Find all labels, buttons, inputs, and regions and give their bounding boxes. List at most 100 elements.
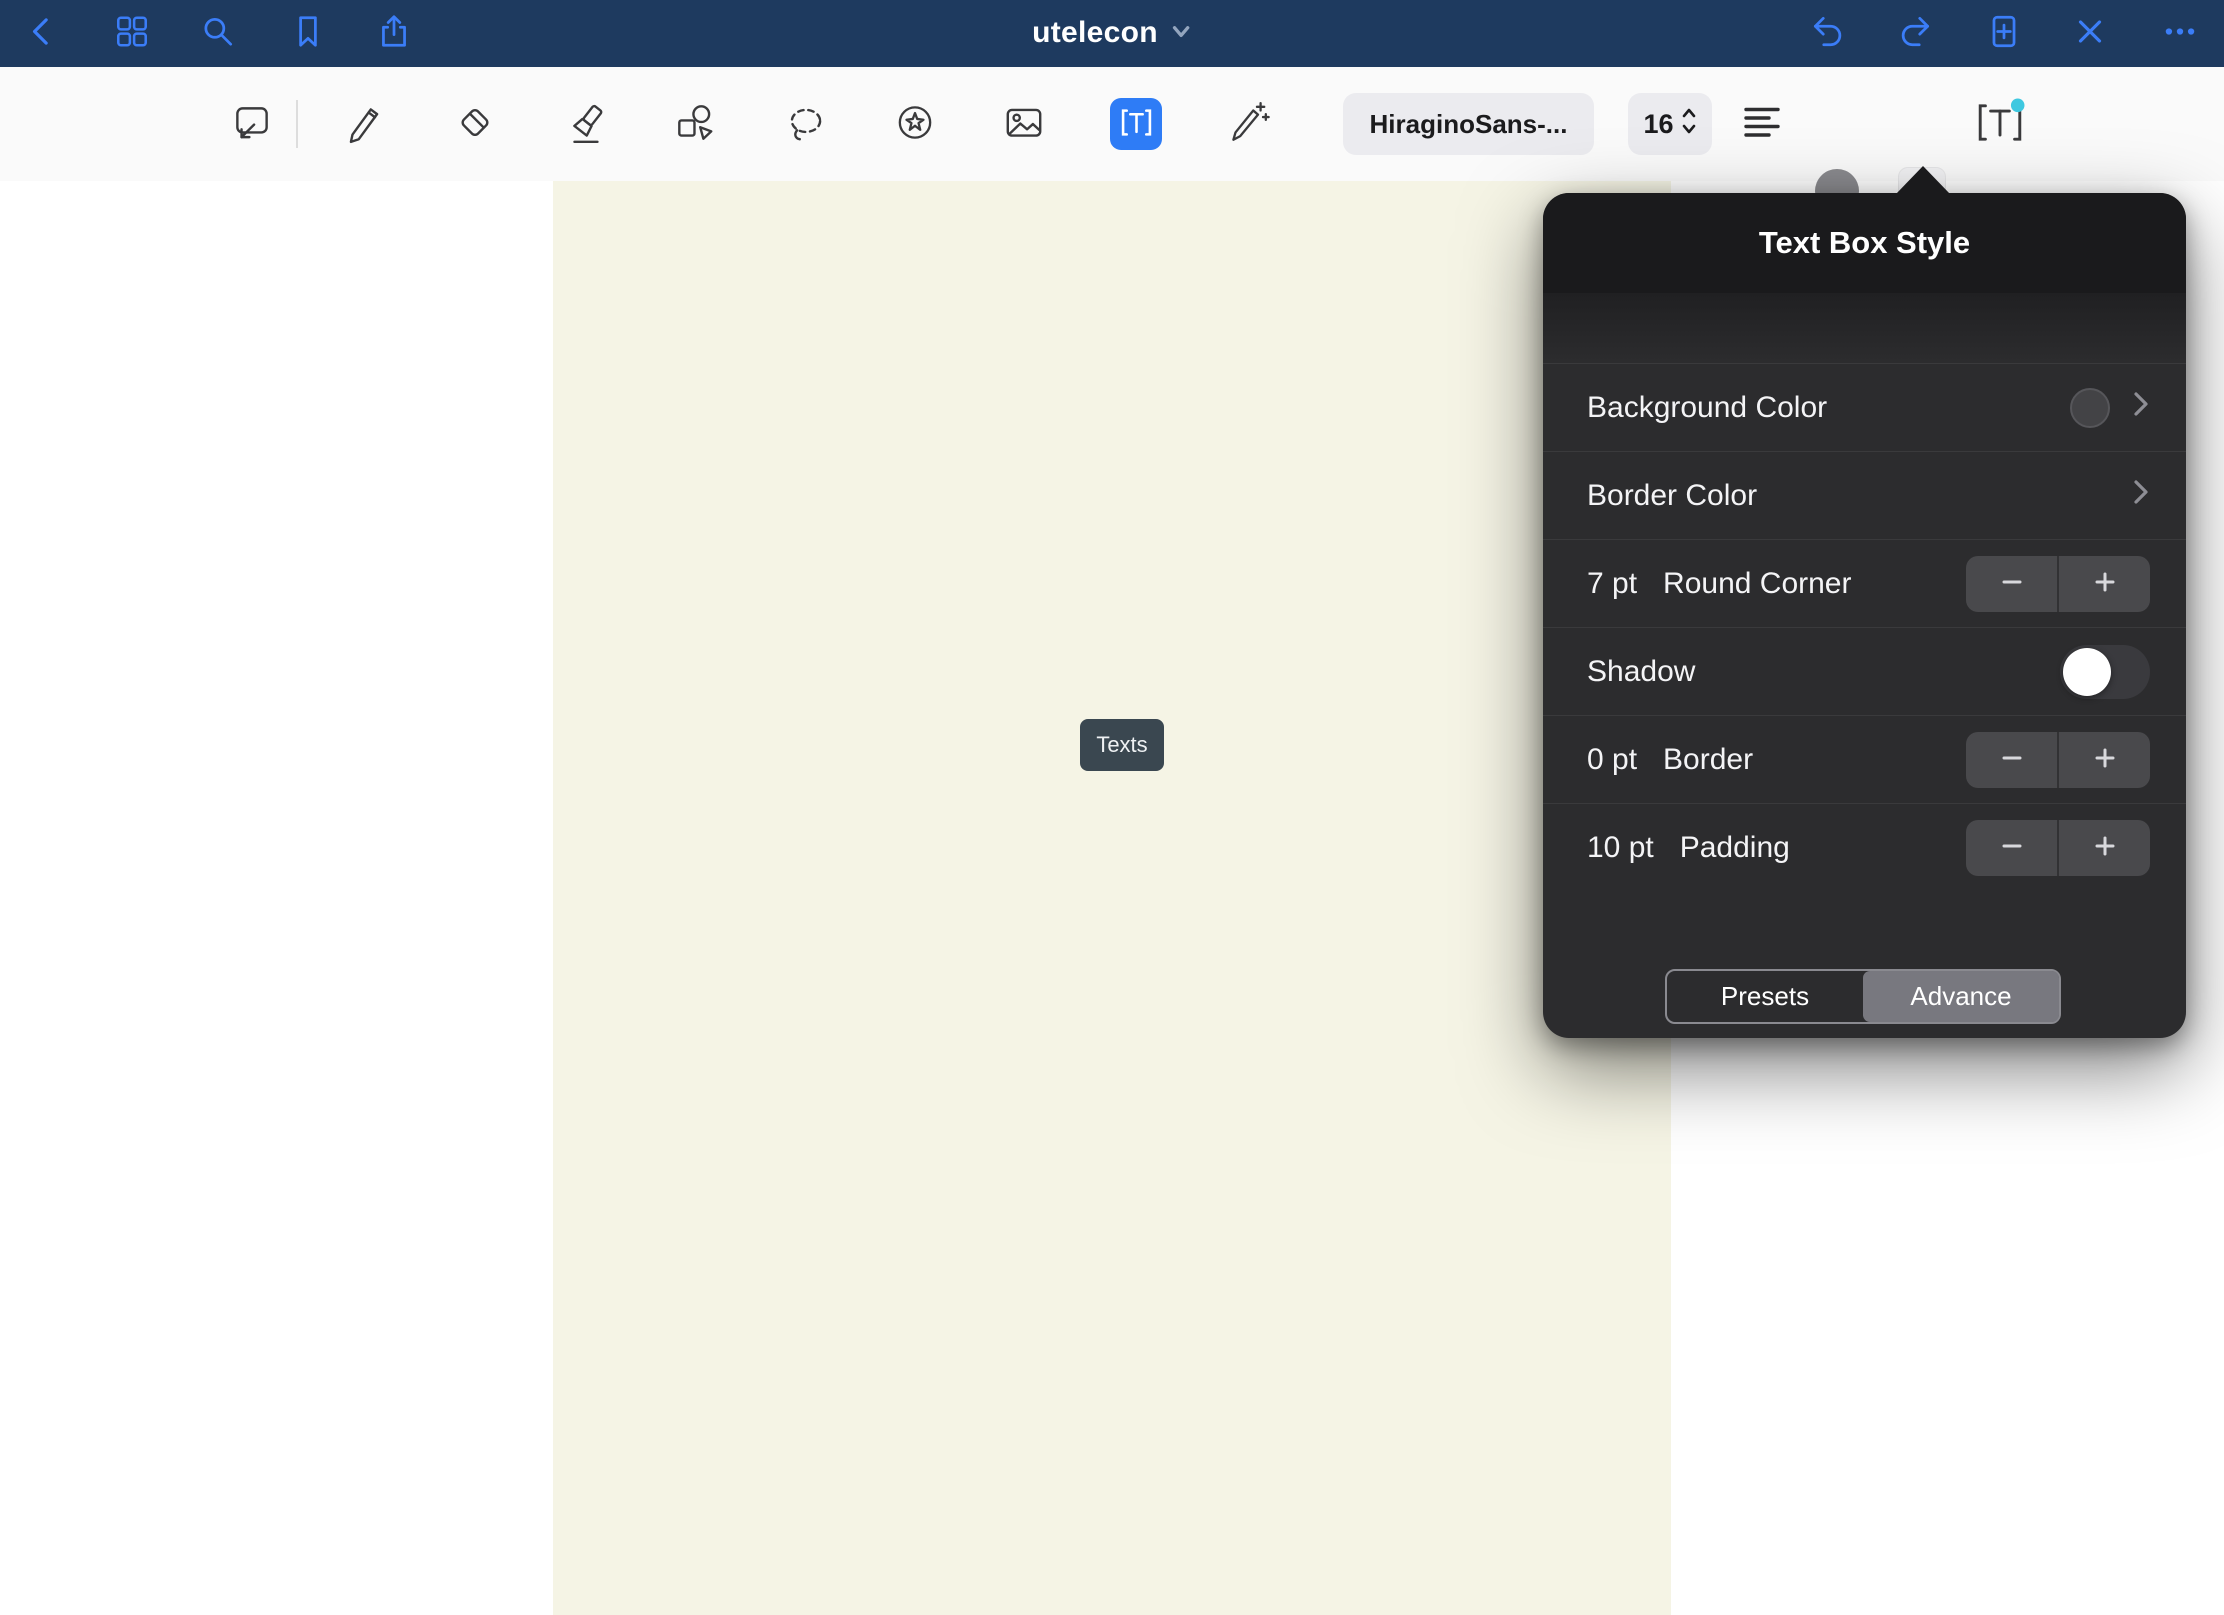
border-width-value: 0 pt: [1587, 743, 1637, 777]
padding-stepper: [1966, 820, 2150, 876]
presets-advance-segmented-control: Presets Advance: [1665, 969, 2061, 1024]
border-width-label: Border: [1663, 743, 1966, 777]
grid-view-icon: [113, 13, 151, 54]
popover-gradient-band: [1543, 293, 2186, 363]
elements-tool-button[interactable]: [892, 100, 938, 149]
font-size-stepper[interactable]: 16: [1628, 93, 1712, 155]
background-color-row[interactable]: Background Color: [1543, 363, 2186, 451]
redo-icon: [1896, 13, 1934, 54]
text-box-style-button[interactable]: [1975, 98, 2025, 151]
border-color-label: Border Color: [1587, 479, 2132, 513]
font-family-button[interactable]: HiraginoSans-...: [1343, 93, 1594, 155]
plus-icon: [2093, 570, 2117, 597]
text-tool-button[interactable]: [1110, 98, 1162, 150]
highlighter-tool-button[interactable]: [564, 100, 610, 149]
share-button[interactable]: [375, 13, 413, 54]
shapes-icon: [672, 100, 718, 149]
thumbnails-button[interactable]: [113, 13, 151, 54]
text-box-style-icon: [1975, 98, 2025, 151]
shadow-label: Shadow: [1587, 655, 2060, 689]
laser-pointer-icon: [1224, 100, 1270, 149]
plus-icon: [2093, 746, 2117, 773]
tools-toolbar: HiraginoSans-... 16: [0, 67, 2224, 181]
shapes-tool-button[interactable]: [672, 100, 718, 149]
padding-value: 10 pt: [1587, 831, 1654, 865]
round-corner-decrease-button[interactable]: [1966, 556, 2057, 612]
segment-advance[interactable]: Advance: [1863, 971, 2059, 1022]
round-corner-label: Round Corner: [1663, 567, 1966, 601]
bookmark-icon: [289, 13, 327, 54]
toggle-knob: [2063, 648, 2111, 696]
plus-icon: [2093, 834, 2117, 861]
shadow-row: Shadow: [1543, 627, 2186, 715]
text-tool-icon: [1120, 106, 1153, 142]
background-color-label: Background Color: [1587, 391, 2070, 425]
round-corner-increase-button[interactable]: [2057, 556, 2150, 612]
background-color-current-swatch: [2070, 388, 2110, 428]
text-alignment-button[interactable]: [1742, 103, 1782, 146]
padding-label: Padding: [1680, 831, 1966, 865]
segment-presets[interactable]: Presets: [1667, 971, 1863, 1022]
lasso-icon: [783, 100, 829, 149]
toolbar-divider: [296, 100, 298, 148]
text-box-style-popover: Text Box Style Background Color Border C…: [1543, 193, 2186, 1038]
border-width-row: 0 pt Border: [1543, 715, 2186, 803]
back-chevron-icon: [24, 13, 62, 54]
search-button[interactable]: [199, 13, 237, 54]
undo-button[interactable]: [1809, 13, 1847, 54]
search-icon: [199, 13, 237, 54]
photo-icon: [1001, 100, 1047, 149]
eraser-icon: [452, 100, 498, 149]
redo-button[interactable]: [1896, 13, 1934, 54]
top-nav-bar: utelecon: [0, 0, 2224, 67]
add-page-icon: [1985, 13, 2023, 54]
minus-icon: [2000, 834, 2024, 861]
lasso-tool-button[interactable]: [783, 100, 829, 149]
round-corner-stepper: [1966, 556, 2150, 612]
add-page-button[interactable]: [1985, 13, 2023, 54]
popover-title: Text Box Style: [1543, 193, 2186, 293]
document-title: utelecon: [1032, 16, 1158, 50]
border-decrease-button[interactable]: [1966, 732, 2057, 788]
highlighter-icon: [564, 100, 610, 149]
eraser-tool-button[interactable]: [452, 100, 498, 149]
align-left-icon: [1742, 103, 1782, 146]
chevron-right-icon: [2132, 477, 2150, 515]
laser-pointer-tool-button[interactable]: [1224, 100, 1270, 149]
close-document-button[interactable]: [2071, 13, 2109, 54]
round-corner-row: 7 pt Round Corner: [1543, 539, 2186, 627]
padding-decrease-button[interactable]: [1966, 820, 2057, 876]
pan-icon: [229, 100, 275, 149]
font-size-value: 16: [1643, 109, 1673, 140]
bookmark-button[interactable]: [289, 13, 327, 54]
document-title-button[interactable]: utelecon: [1032, 16, 1192, 50]
popover-arrow: [1896, 166, 1950, 194]
share-icon: [375, 13, 413, 54]
undo-icon: [1809, 13, 1847, 54]
padding-row: 10 pt Padding: [1543, 803, 2186, 891]
pen-icon: [341, 100, 387, 149]
padding-increase-button[interactable]: [2057, 820, 2150, 876]
pen-tool-button[interactable]: [341, 100, 387, 149]
round-corner-value: 7 pt: [1587, 567, 1637, 601]
border-width-stepper: [1966, 732, 2150, 788]
more-ellipsis-icon: [2161, 13, 2199, 54]
font-family-label: HiraginoSans-...: [1370, 109, 1568, 140]
more-options-button[interactable]: [2161, 13, 2199, 54]
pan-mode-button[interactable]: [229, 100, 275, 149]
shadow-toggle[interactable]: [2060, 645, 2150, 699]
canvas-text-label: Texts: [1096, 732, 1147, 758]
close-icon: [2071, 13, 2109, 54]
back-button[interactable]: [24, 13, 62, 54]
title-dropdown-chevron-icon: [1170, 20, 1192, 47]
canvas-page[interactable]: [553, 181, 1671, 1615]
canvas-text-object[interactable]: Texts: [1080, 719, 1164, 771]
minus-icon: [2000, 746, 2024, 773]
border-increase-button[interactable]: [2057, 732, 2150, 788]
sticker-star-icon: [892, 100, 938, 149]
chevron-right-icon: [2132, 389, 2150, 427]
border-color-row[interactable]: Border Color: [1543, 451, 2186, 539]
stepper-chevrons-icon: [1681, 105, 1697, 144]
photo-tool-button[interactable]: [1001, 100, 1047, 149]
minus-icon: [2000, 570, 2024, 597]
